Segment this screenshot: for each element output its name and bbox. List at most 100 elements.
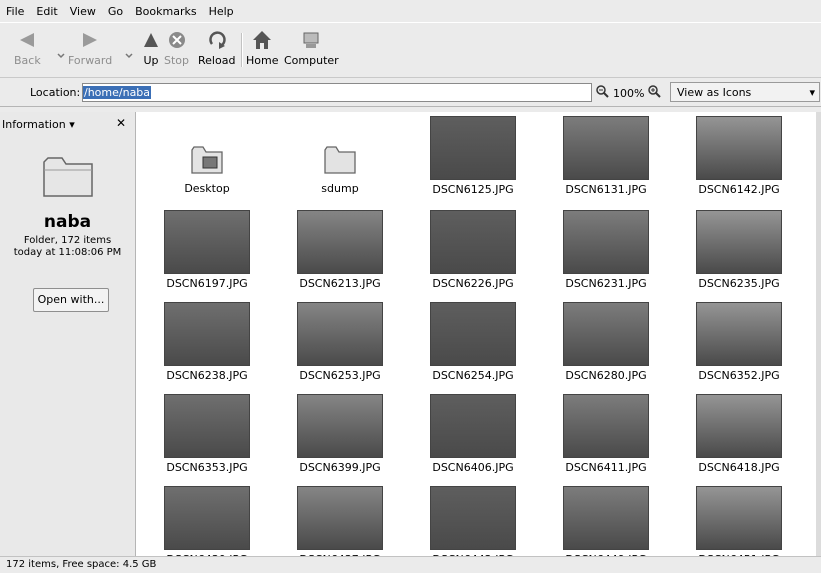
image-thumbnail xyxy=(563,116,649,180)
file-item-image[interactable]: DSCN6449.JPG xyxy=(539,482,673,556)
chevron-down-icon xyxy=(118,45,140,67)
menu-edit[interactable]: Edit xyxy=(30,5,63,18)
stop-label: Stop xyxy=(164,54,190,67)
image-thumbnail xyxy=(430,302,516,366)
home-button[interactable]: Home xyxy=(246,29,278,73)
menu-bar: File Edit View Go Bookmarks Help xyxy=(0,0,821,22)
view-as-value: View as Icons xyxy=(677,86,752,99)
file-name: DSCN6213.JPG xyxy=(299,277,381,290)
folder-icon xyxy=(273,144,407,179)
menu-file[interactable]: File xyxy=(0,5,30,18)
image-thumbnail xyxy=(696,486,782,550)
file-item-image[interactable]: DSCN6253.JPG xyxy=(273,298,407,382)
image-thumbnail xyxy=(164,486,250,550)
file-item-image[interactable]: DSCN6213.JPG xyxy=(273,206,407,290)
up-arrow-icon xyxy=(140,29,162,51)
image-thumbnail xyxy=(563,394,649,458)
close-icon[interactable]: ✕ xyxy=(116,116,126,130)
image-thumbnail xyxy=(164,394,250,458)
location-label: Location: xyxy=(30,86,81,99)
view-as-select[interactable]: View as Icons ▾ xyxy=(670,82,820,102)
menu-go[interactable]: Go xyxy=(102,5,129,18)
file-item-folder[interactable]: sdump xyxy=(273,112,407,195)
file-name: DSCN6406.JPG xyxy=(432,461,514,474)
reload-button[interactable]: Reload xyxy=(198,29,235,73)
forward-arrow-icon xyxy=(79,29,101,51)
status-bar: 172 items, Free space: 4.5 GB xyxy=(0,556,821,572)
file-item-image[interactable]: DSCN6442.JPG xyxy=(406,482,540,556)
file-name: DSCN6399.JPG xyxy=(299,461,381,474)
toolbar-separator xyxy=(241,33,243,67)
file-name: DSCN6231.JPG xyxy=(565,277,647,290)
side-pane-selector[interactable]: Information ▾ xyxy=(2,118,75,131)
home-label: Home xyxy=(246,54,279,67)
reload-label: Reload xyxy=(198,54,236,67)
file-name: Desktop xyxy=(184,182,230,195)
icon-view[interactable]: Desktop sdump DSCN6125.JPG DSCN6131.JPG DSCN… xyxy=(136,112,816,556)
forward-button[interactable]: Forward xyxy=(68,29,112,73)
file-item-image[interactable]: DSCN6226.JPG xyxy=(406,206,540,290)
location-input[interactable]: /home/naba xyxy=(82,83,592,102)
file-item-image[interactable]: DSCN6399.JPG xyxy=(273,390,407,474)
file-name: DSCN6352.JPG xyxy=(698,369,780,382)
image-thumbnail xyxy=(563,486,649,550)
zoom-in-icon[interactable] xyxy=(648,85,662,101)
menu-help[interactable]: Help xyxy=(203,5,240,18)
vertical-scrollbar[interactable] xyxy=(816,112,821,556)
menu-bookmarks[interactable]: Bookmarks xyxy=(129,5,202,18)
file-item-image[interactable]: DSCN6411.JPG xyxy=(539,390,673,474)
file-name: DSCN6142.JPG xyxy=(698,183,780,196)
computer-button[interactable]: Computer xyxy=(284,29,339,73)
folder-icon xyxy=(40,152,96,203)
file-item-image[interactable]: DSCN6238.JPG xyxy=(140,298,274,382)
side-pane-title: Information xyxy=(2,118,66,131)
toolbar: Back Forward Up Stop Reload Home Compute… xyxy=(0,22,821,78)
file-name: DSCN6280.JPG xyxy=(565,369,647,382)
file-item-image[interactable]: DSCN6125.JPG xyxy=(406,112,540,196)
file-item-image[interactable]: DSCN6231.JPG xyxy=(539,206,673,290)
chevron-down-icon: ▾ xyxy=(809,86,815,99)
menu-view[interactable]: View xyxy=(64,5,102,18)
desktop-folder-icon xyxy=(140,144,274,179)
location-value: /home/naba xyxy=(83,86,152,99)
file-item-image[interactable]: DSCN6235.JPG xyxy=(672,206,806,290)
file-name: DSCN6125.JPG xyxy=(432,183,514,196)
file-item-image[interactable]: DSCN6418.JPG xyxy=(672,390,806,474)
file-item-image[interactable]: DSCN6280.JPG xyxy=(539,298,673,382)
zoom-level[interactable]: 100% xyxy=(613,87,644,100)
folder-item-count: Folder, 172 items xyxy=(23,235,112,246)
file-item-image[interactable]: DSCN6352.JPG xyxy=(672,298,806,382)
open-with-button[interactable]: Open with... xyxy=(33,288,109,312)
zoom-control: 100% xyxy=(596,85,662,101)
file-name: DSCN6131.JPG xyxy=(565,183,647,196)
file-item-image[interactable]: DSCN6353.JPG xyxy=(140,390,274,474)
file-item-image[interactable]: DSCN6451.JPG xyxy=(672,482,806,556)
up-button[interactable]: Up xyxy=(140,29,162,73)
back-button[interactable]: Back xyxy=(14,29,41,73)
file-item-folder[interactable]: Desktop xyxy=(140,112,274,195)
file-item-image[interactable]: DSCN6197.JPG xyxy=(140,206,274,290)
chevron-down-icon: ▾ xyxy=(69,118,75,131)
file-item-image[interactable]: DSCN6254.JPG xyxy=(406,298,540,382)
zoom-out-icon[interactable] xyxy=(596,85,609,101)
file-item-image[interactable]: DSCN6142.JPG xyxy=(672,112,806,196)
image-thumbnail xyxy=(696,302,782,366)
back-arrow-icon xyxy=(16,29,38,51)
file-name: DSCN6226.JPG xyxy=(432,277,514,290)
file-item-image[interactable]: DSCN6131.JPG xyxy=(539,112,673,196)
home-icon xyxy=(251,29,273,51)
image-thumbnail xyxy=(164,302,250,366)
image-thumbnail xyxy=(563,302,649,366)
image-thumbnail xyxy=(430,486,516,550)
back-label: Back xyxy=(14,54,41,67)
file-name: sdump xyxy=(321,182,359,195)
forward-label: Forward xyxy=(68,54,113,67)
stop-button[interactable]: Stop xyxy=(164,29,189,73)
file-name: DSCN6197.JPG xyxy=(166,277,248,290)
file-item-image[interactable]: DSCN6406.JPG xyxy=(406,390,540,474)
image-thumbnail xyxy=(164,210,250,274)
up-label: Up xyxy=(143,54,159,67)
file-item-image[interactable]: DSCN6437.JPG xyxy=(273,482,407,556)
side-pane: Information ▾ ✕ naba Folder, 172 items t… xyxy=(0,112,136,556)
file-item-image[interactable]: DSCN6430.JPG xyxy=(140,482,274,556)
